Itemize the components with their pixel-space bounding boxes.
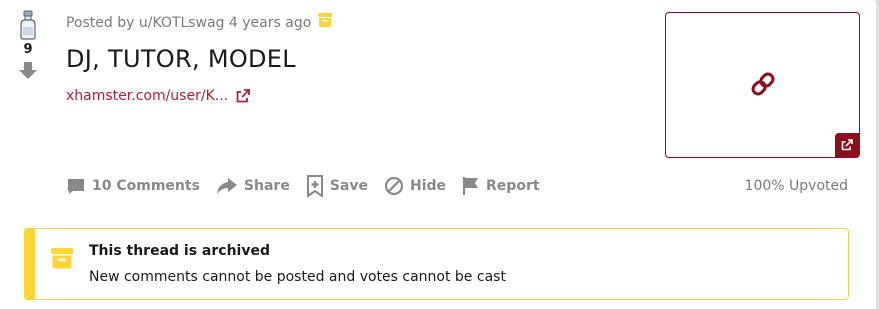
external-link-icon — [236, 89, 250, 103]
comment-icon — [68, 179, 84, 194]
post-link-text[interactable]: xhamster.com/user/K... — [66, 86, 228, 106]
save-button[interactable]: Save — [306, 172, 376, 200]
downvote-arrow-icon — [19, 62, 37, 79]
share-icon — [216, 178, 237, 194]
report-button[interactable]: Report — [462, 172, 548, 200]
save-icon — [306, 175, 323, 197]
banner-title: This thread is archived — [89, 243, 270, 259]
share-label: Share — [243, 178, 290, 194]
vote-column: 9 — [14, 10, 42, 80]
vote-score: 9 — [23, 42, 33, 57]
save-label: Save — [329, 178, 368, 194]
posted-by[interactable]: Posted by u/KOTLswag 4 years ago — [66, 13, 311, 33]
comments-button[interactable]: 10 Comments — [66, 172, 208, 200]
post-card: 9 Posted by u/KOTLswag 4 years ago DJ, T… — [0, 0, 877, 309]
external-link-icon — [841, 139, 853, 151]
hide-button[interactable]: Hide — [384, 172, 454, 200]
chain-link-icon — [751, 72, 775, 96]
comments-label: 10 Comments — [92, 178, 200, 194]
post-link[interactable]: xhamster.com/user/K... — [66, 86, 250, 106]
archive-box-icon — [317, 12, 333, 34]
award-bottle-icon[interactable] — [14, 10, 42, 40]
banner-accent-bar — [24, 228, 35, 300]
hide-icon — [384, 176, 404, 196]
report-flag-icon — [462, 177, 479, 195]
banner-text: New comments cannot be posted and votes … — [89, 269, 506, 285]
share-button[interactable]: Share — [216, 172, 298, 200]
archive-box-icon — [50, 246, 74, 274]
archived-banner: This thread is archived New comments can… — [24, 228, 849, 300]
upvote-ratio: 100% Upvoted — [744, 178, 848, 194]
post-title[interactable]: DJ, TUTOR, MODEL — [66, 42, 296, 76]
link-thumbnail[interactable] — [665, 12, 860, 158]
downvote-button[interactable] — [14, 60, 42, 80]
open-external-button[interactable] — [835, 133, 859, 157]
post-meta: Posted by u/KOTLswag 4 years ago — [66, 12, 333, 34]
report-label: Report — [486, 178, 540, 194]
post-actions: 10 Comments Share Save Hide Report — [66, 172, 556, 200]
hide-label: Hide — [409, 178, 447, 194]
